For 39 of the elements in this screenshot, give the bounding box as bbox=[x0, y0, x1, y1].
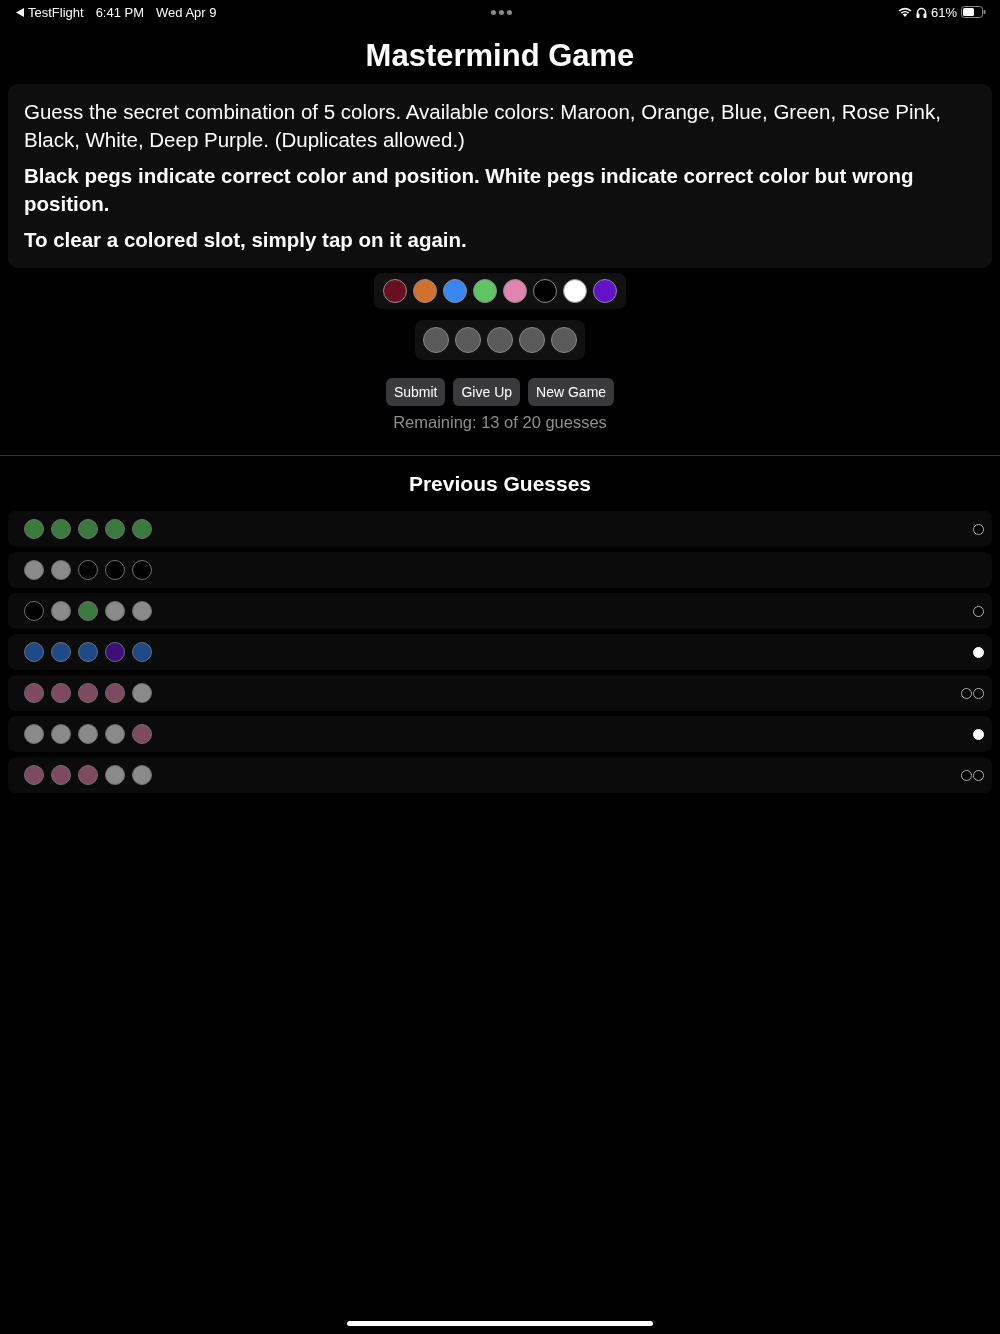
feedback-ring-icon bbox=[973, 605, 984, 617]
instruction-text: To clear a colored slot, simply tap on it again. bbox=[24, 227, 468, 253]
color-swatch-icon[interactable] bbox=[443, 279, 467, 303]
color-swatch-icon[interactable] bbox=[413, 279, 437, 303]
action-button[interactable]: Give Up bbox=[453, 378, 521, 406]
color-swatch-icon[interactable] bbox=[533, 279, 557, 303]
color-swatch-icon[interactable] bbox=[383, 279, 407, 303]
feedback-dot-icon bbox=[973, 646, 984, 658]
action-button[interactable]: Submit bbox=[385, 378, 446, 406]
guess-slot[interactable] bbox=[551, 327, 577, 353]
feedback-ring-icon bbox=[973, 687, 984, 699]
guess-slot[interactable] bbox=[487, 327, 513, 353]
back-icon[interactable] bbox=[16, 7, 24, 17]
status-date: Wed Apr 9 bbox=[156, 4, 217, 20]
guess-slot[interactable] bbox=[519, 327, 545, 353]
feedback-ring-icon bbox=[973, 523, 984, 535]
instruction-text: Guess the secret combination of 5 colors. Available colors: Maroon, Orange, Blue, Green, Rose Pink, Black, White, Deep Purple. (Duplicates allowed.) bbox=[24, 99, 942, 153]
guess-slot[interactable] bbox=[455, 327, 481, 353]
feedback-ring-icon bbox=[973, 769, 984, 781]
color-swatch-icon[interactable] bbox=[563, 279, 587, 303]
color-swatch-icon[interactable] bbox=[503, 279, 527, 303]
battery-icon bbox=[961, 6, 986, 18]
feedback-ring-icon bbox=[961, 687, 972, 699]
action-button[interactable]: New Game bbox=[528, 378, 615, 406]
status-time: 6:41 PM bbox=[95, 4, 145, 20]
headphones-icon bbox=[915, 6, 927, 18]
guess-slot[interactable] bbox=[423, 327, 449, 353]
wifi-icon bbox=[897, 7, 912, 17]
feedback-ring-icon bbox=[961, 769, 972, 781]
more-icon[interactable] bbox=[490, 9, 512, 15]
back-label[interactable]: TestFlight bbox=[28, 4, 84, 20]
color-swatch-icon[interactable] bbox=[593, 279, 617, 303]
section-title: Previous Guesses bbox=[407, 471, 593, 497]
color-swatch-icon[interactable] bbox=[473, 279, 497, 303]
instruction-text: Black pegs indicate correct color and position. White pegs indicate correct color but wrong position. bbox=[24, 163, 915, 217]
remaining-guesses-text: Remaining: 13 of 20 guesses bbox=[392, 412, 608, 432]
battery-percent: 61% bbox=[930, 4, 957, 20]
feedback-dot-icon bbox=[973, 728, 984, 740]
game-title: Mastermind Game bbox=[364, 38, 636, 74]
